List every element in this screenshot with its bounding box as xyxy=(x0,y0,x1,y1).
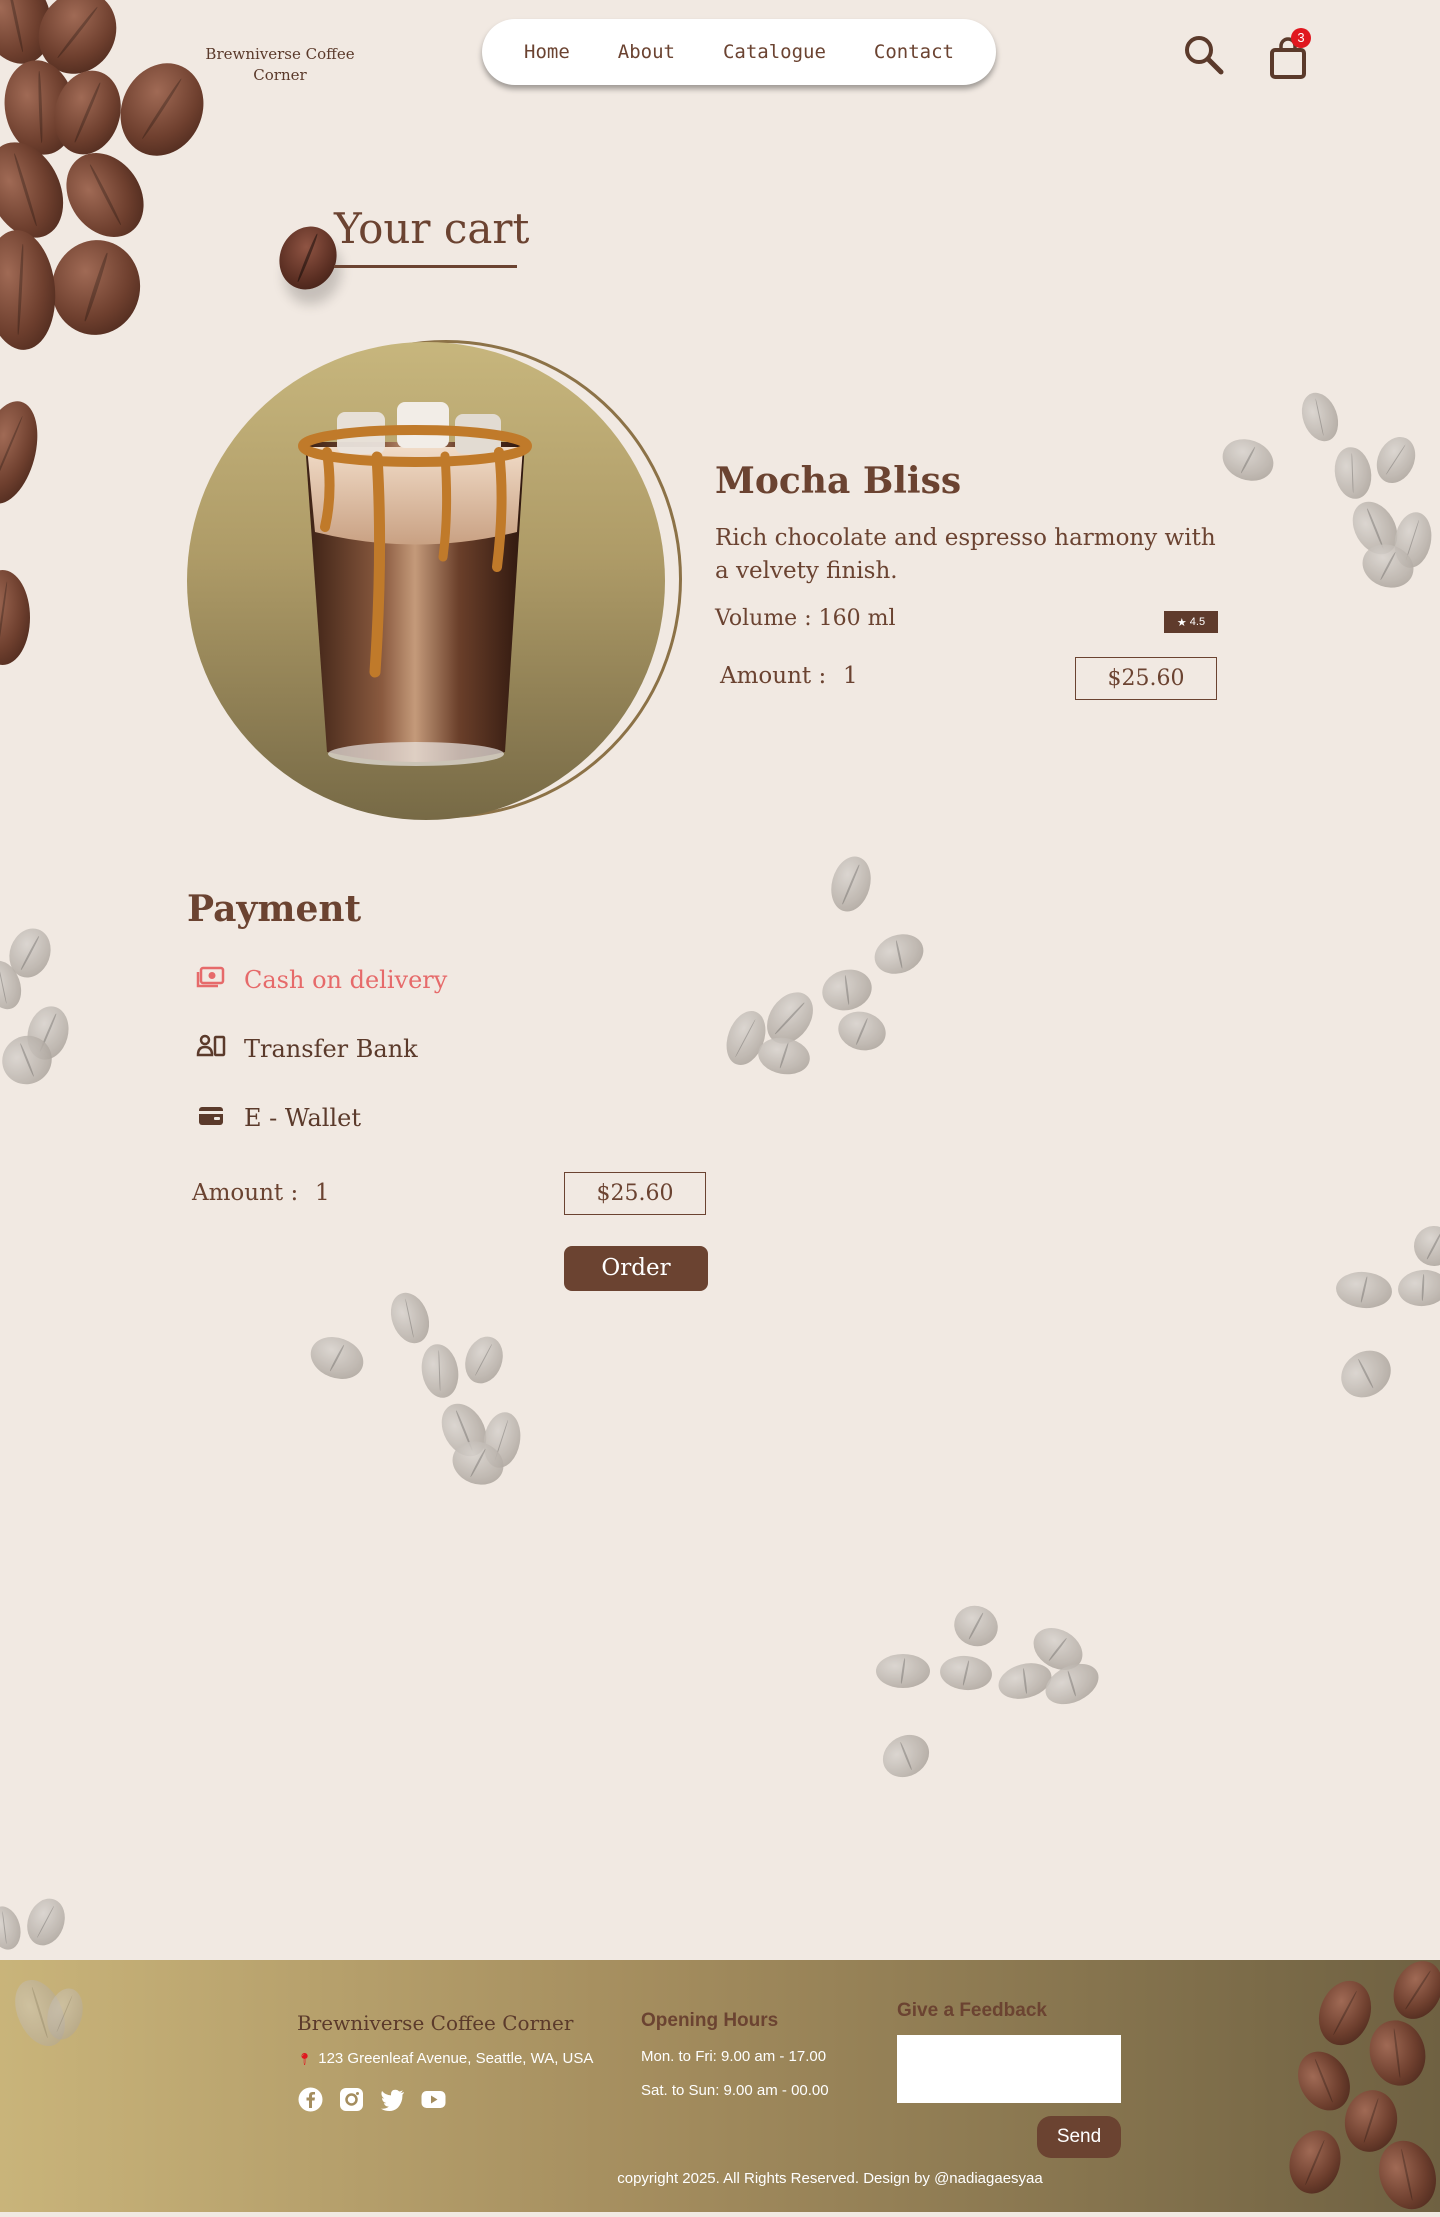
footer-brand: Brewniverse Coffee Corner xyxy=(297,2011,574,2035)
feedback-title: Give a Feedback xyxy=(897,2000,1047,2021)
product-name: Mocha Bliss xyxy=(715,460,962,502)
star-icon: ★ xyxy=(1176,616,1187,629)
nav-item-contact[interactable]: Contact xyxy=(874,41,954,63)
payment-option-cash[interactable]: Cash on delivery xyxy=(196,962,447,998)
bank-transfer-icon xyxy=(196,1031,226,1067)
social-links xyxy=(297,2086,447,2113)
title-underline xyxy=(334,265,517,268)
product-volume: Volume : 160 ml xyxy=(715,606,896,631)
main-nav: Home About Catalogue Contact xyxy=(482,19,996,85)
payment-amount-label: Amount : xyxy=(192,1180,299,1206)
payment-amount-value: 1 xyxy=(315,1180,330,1206)
cart-count-badge: 3 xyxy=(1291,28,1311,48)
order-button[interactable]: Order xyxy=(564,1246,708,1291)
copyright: copyright 2025. All Rights Reserved. Des… xyxy=(617,2170,1043,2187)
nav-item-catalogue[interactable]: Catalogue xyxy=(723,41,826,63)
opening-hours-weekend: Sat. to Sun: 9.00 am - 00.00 xyxy=(641,2082,829,2099)
youtube-icon[interactable] xyxy=(420,2086,447,2113)
product-amount-label: Amount : xyxy=(720,663,827,689)
payment-option-wallet[interactable]: E - Wallet xyxy=(196,1100,361,1136)
instagram-icon[interactable] xyxy=(338,2086,365,2113)
location-pin-icon: 📍︎ xyxy=(297,2051,313,2066)
nav-item-home[interactable]: Home xyxy=(524,41,570,63)
address-text: 123 Greenleaf Avenue, Seattle, WA, USA xyxy=(318,2050,594,2067)
send-button[interactable]: Send xyxy=(1037,2116,1121,2158)
opening-hours-title: Opening Hours xyxy=(641,2010,779,2031)
page-title: Your cart xyxy=(334,204,530,253)
product-price: $25.60 xyxy=(1075,657,1217,700)
cash-icon xyxy=(196,962,226,998)
nav-item-about[interactable]: About xyxy=(618,41,675,63)
product-description: Rich chocolate and espresso harmony with… xyxy=(715,525,1216,584)
payment-option-label: Cash on delivery xyxy=(244,966,448,994)
twitter-icon[interactable] xyxy=(379,2086,406,2113)
search-icon[interactable] xyxy=(1182,33,1226,77)
payment-total-price: $25.60 xyxy=(564,1172,706,1215)
rating-value: 4.5 xyxy=(1189,616,1206,628)
wallet-icon xyxy=(196,1100,226,1136)
payment-option-bank[interactable]: Transfer Bank xyxy=(196,1031,418,1067)
feedback-input[interactable] xyxy=(897,2035,1121,2103)
footer-address: 📍︎ 123 Greenleaf Avenue, Seattle, WA, US… xyxy=(297,2050,593,2067)
payment-title: Payment xyxy=(187,888,362,930)
payment-option-label: Transfer Bank xyxy=(244,1035,418,1063)
opening-hours-weekday: Mon. to Fri: 9.00 am - 17.00 xyxy=(641,2048,827,2065)
facebook-icon[interactable] xyxy=(297,2086,324,2113)
rating-badge: ★ 4.5 xyxy=(1164,611,1218,633)
payment-option-label: E - Wallet xyxy=(244,1104,361,1132)
product-amount-value[interactable]: 1 xyxy=(843,663,858,689)
product-image xyxy=(187,342,665,820)
brand-logo-text[interactable]: Brewniverse Coffee Corner xyxy=(200,44,360,86)
